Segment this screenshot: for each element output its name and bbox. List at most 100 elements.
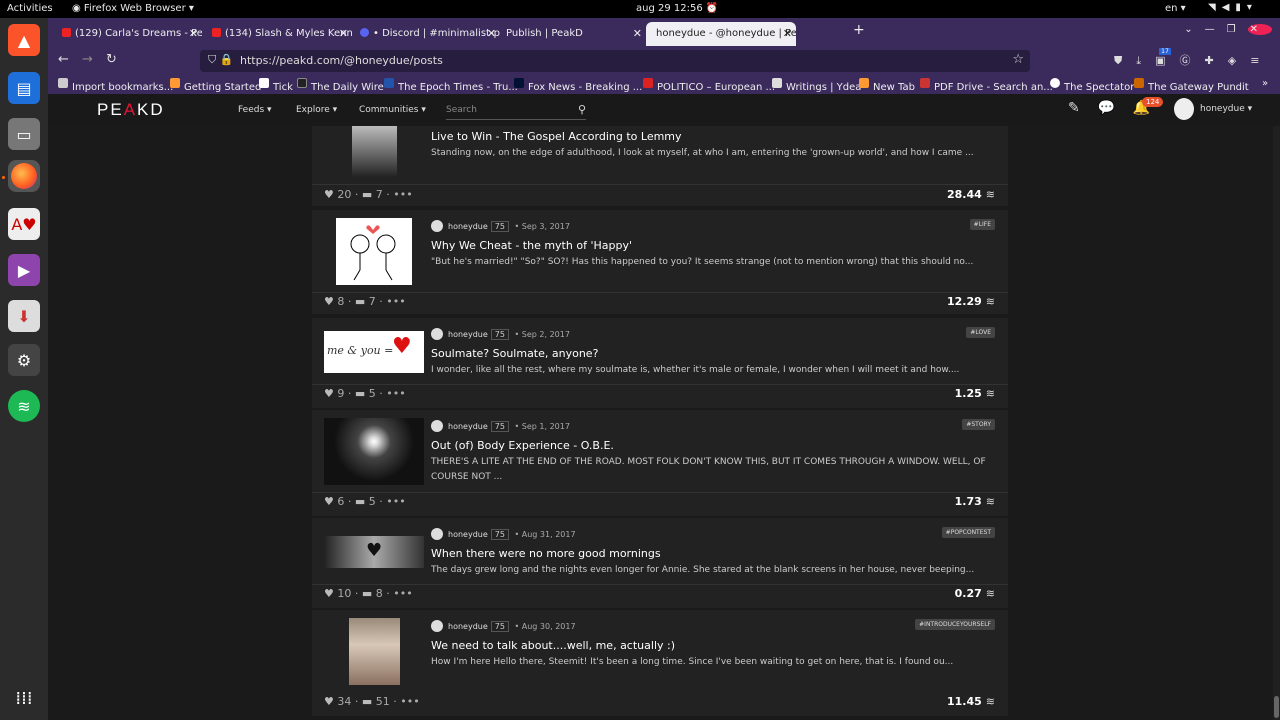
comment-icon[interactable]: ▬ [355, 387, 365, 400]
post-tag[interactable]: #POPCONTEST [941, 527, 995, 538]
peakd-logo[interactable]: PEAKD [97, 100, 165, 120]
post-tag[interactable]: #LIFE [969, 219, 995, 230]
grammarly-icon[interactable]: Ⓖ [1180, 54, 1205, 67]
post-card[interactable]: honeydue 75 • Sep 1, 2017 #STORY Out (of)… [312, 410, 1008, 516]
menu-hamburger-icon[interactable]: ≡ [1250, 54, 1273, 67]
extension-icon[interactable]: ▣ 17 [1155, 48, 1179, 67]
tab-publish-peakd[interactable]: Publish | PeakD ✕ [496, 22, 646, 46]
post-payout[interactable]: 1.25 ≋ [955, 387, 995, 400]
downloads-icon[interactable]: ⤓ [1136, 54, 1155, 67]
post-thumbnail[interactable] [324, 418, 424, 485]
puzzle-extension-icon[interactable]: ✚ [1205, 54, 1228, 67]
language-indicator[interactable]: en ▾ [1165, 3, 1186, 14]
show-apps-grid-icon[interactable]: ⁞⁞⁞ [8, 682, 40, 714]
post-title[interactable]: Soulmate? Soulmate, anyone? [431, 347, 598, 360]
author-avatar[interactable] [431, 328, 443, 340]
author-avatar[interactable] [431, 528, 443, 540]
bookmark-item[interactable]: The Spectator [1050, 78, 1134, 93]
files-icon[interactable]: ▭ [8, 118, 40, 150]
author-avatar[interactable] [431, 220, 443, 232]
author-name[interactable]: honeydue [448, 422, 488, 431]
bookmark-star-icon[interactable]: ☆ [1012, 52, 1024, 67]
post-thumbnail[interactable]: ♥ [324, 536, 424, 568]
tab-youtube-slash[interactable]: (134) Slash & Myles Kenn ✕ [202, 22, 352, 46]
media-player-icon[interactable]: ▶ [8, 254, 40, 286]
minimize-icon[interactable]: — [1205, 24, 1227, 35]
search-icon[interactable]: ⚲ [578, 103, 586, 116]
bookmark-item[interactable]: New Tab [859, 78, 915, 93]
post-tag[interactable]: #LOVE [966, 327, 995, 338]
post-tag[interactable]: #STORY [962, 419, 995, 430]
close-tab-icon[interactable]: ✕ [633, 27, 642, 40]
chat-icon[interactable]: 💬 [1098, 100, 1115, 116]
menu-explore[interactable]: Explore ▾ [296, 105, 337, 115]
more-options-icon[interactable]: ••• [400, 695, 419, 708]
author-name[interactable]: honeydue [448, 330, 488, 339]
heart-icon[interactable]: ♥ [324, 295, 334, 308]
close-tab-icon[interactable]: ✕ [189, 27, 198, 40]
spotify-icon[interactable]: ≋ [8, 390, 40, 422]
comment-icon[interactable]: ▬ [362, 695, 372, 708]
bookmark-item[interactable]: Writings | Ydea [772, 78, 861, 93]
bookmark-item[interactable]: The Epoch Times - Tru... [384, 78, 518, 93]
bookmark-item[interactable]: PDF Drive - Search an... [920, 78, 1053, 93]
post-payout[interactable]: 11.45 ≋ [947, 695, 995, 708]
clock[interactable]: aug 29 12:56 ⏰ [636, 3, 718, 14]
post-card[interactable]: honeydue 75 • Aug 30, 2017 #INTRODUCEYOUR… [312, 610, 1008, 716]
bookmark-item[interactable]: Fox News - Breaking ... [514, 78, 642, 93]
comment-icon[interactable]: ▬ [355, 495, 365, 508]
firefox-dock-icon[interactable] [8, 160, 40, 192]
post-thumbnail[interactable] [349, 618, 400, 685]
more-options-icon[interactable]: ••• [393, 188, 412, 201]
post-title[interactable]: We need to talk about....well, me, actua… [431, 639, 675, 652]
search-input[interactable]: Search ⚲ [446, 98, 586, 120]
heart-icon[interactable]: ♥ [324, 387, 334, 400]
comment-icon[interactable]: ▬ [362, 587, 372, 600]
window-controls[interactable]: ⌄—❐ ✕ [1184, 24, 1272, 35]
author-avatar[interactable] [431, 420, 443, 432]
more-options-icon[interactable]: ••• [386, 295, 405, 308]
lastpass-icon[interactable]: ◈ [1228, 54, 1250, 67]
post-thumbnail[interactable] [352, 126, 397, 177]
maximize-icon[interactable]: ❐ [1227, 24, 1248, 35]
more-options-icon[interactable]: ••• [393, 587, 412, 600]
bookmark-item[interactable]: POLITICO – European ... [643, 78, 775, 93]
bookmark-item[interactable]: Getting Started [170, 78, 261, 93]
brave-browser-icon[interactable]: ▲ [8, 24, 40, 56]
new-tab-plus-icon[interactable]: + [853, 22, 865, 38]
pocket-icon[interactable]: ⛊ [1114, 54, 1136, 67]
more-options-icon[interactable]: ••• [386, 387, 405, 400]
post-card[interactable]: ♥ honeydue 75 • Aug 31, 2017 #POPCONTEST … [312, 518, 1008, 608]
heart-icon[interactable]: ♥ [324, 188, 334, 201]
bookmark-item[interactable]: Import bookmarks... [58, 78, 173, 93]
comment-icon[interactable]: ▬ [362, 188, 372, 201]
tracking-shield-icon[interactable]: ⛉ 🔒 [208, 53, 233, 67]
menu-communities[interactable]: Communities ▾ [359, 105, 426, 115]
close-tab-icon[interactable]: ✕ [783, 27, 792, 40]
post-title[interactable]: Why We Cheat - the myth of 'Happy' [431, 239, 632, 252]
tab-discord[interactable]: • Discord | #minimalist-p ✕ [350, 22, 500, 46]
bookmark-item[interactable]: The Daily Wire [297, 78, 384, 93]
comment-icon[interactable]: ▬ [355, 295, 365, 308]
post-thumbnail[interactable] [336, 218, 412, 285]
avatar[interactable] [1174, 98, 1194, 120]
post-thumbnail[interactable]: me & you = ♥ [324, 331, 424, 373]
post-payout[interactable]: 12.29 ≋ [947, 295, 995, 308]
scrollbar[interactable] [1273, 126, 1280, 720]
post-tag[interactable]: #INTRODUCEYOURSELF [915, 619, 995, 630]
heart-icon[interactable]: ♥ [324, 495, 334, 508]
menu-feeds[interactable]: Feeds ▾ [238, 105, 272, 115]
post-card[interactable]: Live to Win - The Gospel According to Le… [312, 126, 1008, 206]
more-options-icon[interactable]: ••• [386, 495, 405, 508]
app-menu[interactable]: ◉ Firefox Web Browser ▾ [72, 3, 194, 14]
tab-youtube-carla[interactable]: (129) Carla's Dreams - Pe ✕ [52, 22, 202, 46]
activities-button[interactable]: Activities [7, 3, 53, 14]
software-updater-icon[interactable]: ⬇ [8, 300, 40, 332]
post-title[interactable]: Out (of) Body Experience - O.B.E. [431, 439, 614, 452]
system-tray[interactable]: ◥◀▮▾ [1208, 2, 1258, 13]
post-payout[interactable]: 1.73 ≋ [955, 495, 995, 508]
write-pencil-icon[interactable]: ✎ [1068, 100, 1080, 116]
post-card[interactable]: honeydue 75 • Sep 3, 2017 #LIFE Why We Ch… [312, 210, 1008, 314]
bookmark-item[interactable]: Tick [259, 78, 293, 93]
bookmark-item[interactable]: The Gateway Pundit [1134, 78, 1249, 93]
